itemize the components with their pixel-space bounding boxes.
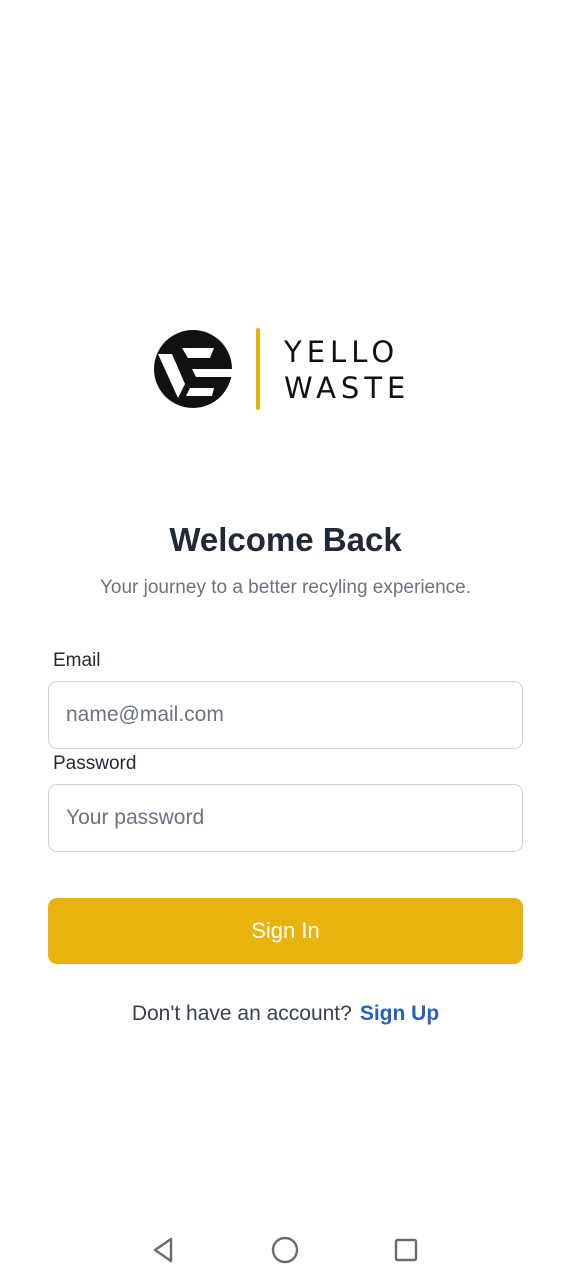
home-button[interactable] xyxy=(265,1230,305,1270)
signup-row: Don't have an account? Sign Up xyxy=(0,1000,571,1028)
email-field[interactable] xyxy=(48,681,523,749)
signup-prompt: Don't have an account? xyxy=(131,1002,352,1025)
back-button[interactable] xyxy=(143,1230,183,1270)
password-label: Password xyxy=(53,753,137,774)
recents-button[interactable] xyxy=(386,1230,426,1270)
sign-in-button[interactable]: Sign In xyxy=(48,898,523,964)
page-title: Welcome Back xyxy=(169,521,402,558)
square-recents-icon xyxy=(394,1238,418,1262)
triangle-back-icon xyxy=(153,1237,173,1263)
brand-name-line1: YELLO xyxy=(284,335,400,369)
login-screen: YELLO WASTE Welcome Back Your journey to… xyxy=(0,0,571,1280)
circle-home-icon xyxy=(271,1236,299,1264)
brand-name-line2: WASTE xyxy=(284,371,411,405)
logo-divider xyxy=(256,328,260,410)
yellowaste-logo-mark-icon xyxy=(154,330,232,408)
password-field[interactable] xyxy=(48,784,523,852)
sign-up-link[interactable]: Sign Up xyxy=(360,1002,439,1025)
page-subtitle: Your journey to a better recyling experi… xyxy=(99,577,472,598)
system-nav-bar xyxy=(0,1220,571,1280)
email-label: Email xyxy=(53,650,101,671)
brand-logo: YELLO WASTE xyxy=(148,326,418,412)
